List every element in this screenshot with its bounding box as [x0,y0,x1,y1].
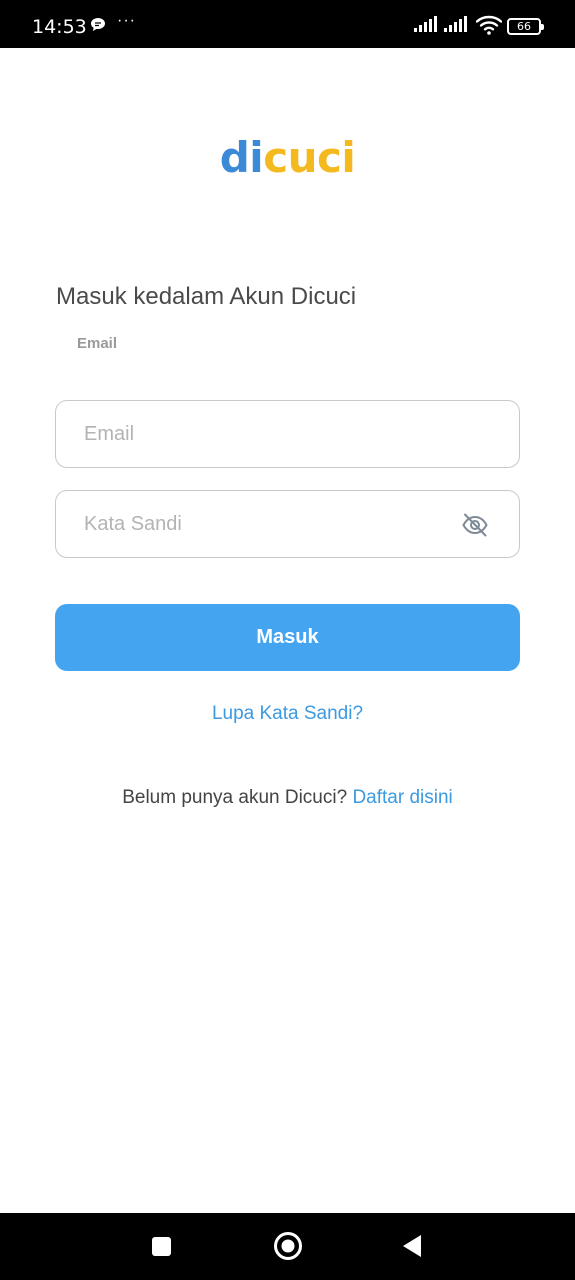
email-input[interactable] [84,401,444,467]
chat-bubble-icon [90,17,106,37]
wifi-icon [475,15,503,40]
app-logo: dicuci [0,132,575,184]
home-icon[interactable] [273,1231,303,1266]
email-field-container [55,400,520,468]
register-row: Belum punya akun Dicuci? Daftar disini [0,787,575,809]
status-time: 14:53 [32,16,87,38]
signal-icon [444,16,468,39]
signal-icon [414,16,438,39]
register-prompt: Belum punya akun Dicuci? [122,787,348,808]
logo-part-di: di [219,133,264,182]
password-field-container [55,490,520,558]
login-button[interactable]: Masuk [55,604,520,671]
password-input[interactable] [84,491,444,557]
register-link[interactable]: Daftar disini [352,787,452,808]
logo-part-cuci: cuci [263,133,356,182]
back-icon[interactable] [401,1233,423,1264]
forgot-password-link[interactable]: Lupa Kata Sandi? [0,703,575,725]
status-more-dots: ··· [117,12,136,29]
email-label: Email [77,335,118,352]
navigation-bar [0,1213,575,1280]
battery-level: 66 [517,20,531,33]
page-title: Masuk kedalam Akun Dicuci [56,283,357,310]
battery-icon: 66 [507,18,544,35]
recent-apps-icon[interactable] [152,1237,171,1256]
status-bar: 14:53 ··· 66 [0,0,575,48]
eye-off-icon[interactable] [461,511,489,539]
